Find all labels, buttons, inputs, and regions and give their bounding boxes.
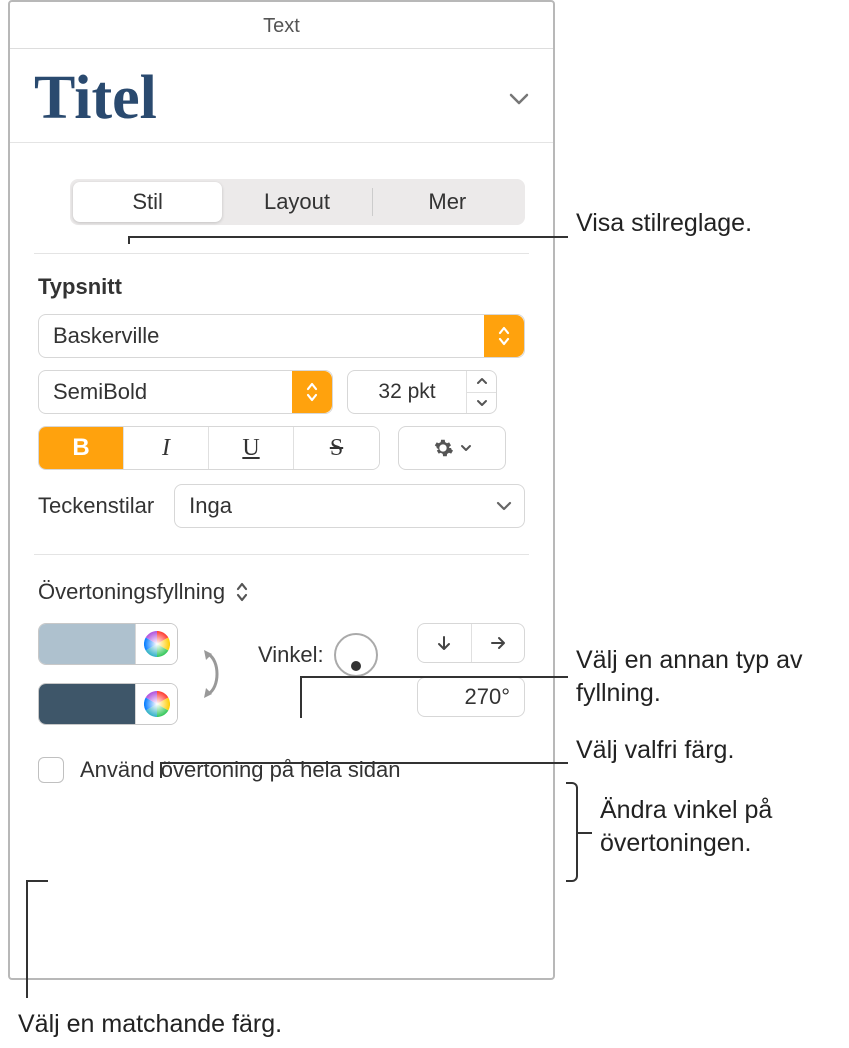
arrow-right-icon: [489, 634, 507, 652]
gradient-color-2-picker[interactable]: [135, 684, 177, 724]
bold-button[interactable]: B: [39, 427, 124, 469]
fill-type-label: Övertoningsfyllning: [38, 579, 225, 605]
font-family-select[interactable]: Baskerville: [38, 314, 525, 358]
chevron-down-icon: [460, 444, 472, 452]
angle-value-field[interactable]: 270°: [417, 677, 525, 717]
callout-any-color: Välj valfri färg.: [576, 734, 734, 767]
apply-gradient-page-label: Använd övertoning på hela sidan: [80, 757, 400, 783]
italic-button[interactable]: I: [124, 427, 209, 469]
chevron-down-icon: [496, 501, 512, 511]
callout-fill-type: Välj en annan typ av fyllning.: [576, 644, 836, 709]
callout-gradient-angle: Ändra vinkel på övertoningen.: [600, 794, 840, 859]
font-section-label: Typsnitt: [38, 274, 525, 300]
angle-value: 270°: [464, 684, 510, 710]
color-wheel-icon: [144, 691, 170, 717]
character-styles-value: Inga: [189, 493, 484, 519]
paragraph-style-name: Titel: [34, 63, 509, 134]
paragraph-style-popup[interactable]: Titel: [10, 49, 553, 143]
gear-icon: [432, 437, 454, 459]
font-weight-select[interactable]: SemiBold: [38, 370, 333, 414]
callout-style-controls: Visa stilreglage.: [576, 207, 752, 240]
gradient-color-2-swatch[interactable]: [39, 684, 135, 724]
font-size-stepper[interactable]: 32 pkt: [347, 370, 497, 414]
callout-matching-color: Välj en matchande färg.: [18, 1008, 282, 1041]
tab-style[interactable]: Stil: [73, 182, 222, 222]
font-weight-value: SemiBold: [53, 379, 292, 405]
updown-icon: [292, 371, 332, 413]
inspector-tabs: Stil Layout Mer: [70, 179, 525, 225]
strikethrough-button[interactable]: S: [294, 427, 379, 469]
arrow-down-icon: [435, 634, 453, 652]
angle-dial[interactable]: [334, 633, 378, 677]
size-step-down[interactable]: [467, 393, 496, 414]
swap-icon: [198, 646, 228, 702]
text-style-group: B I U S: [38, 426, 380, 470]
text-inspector-panel: Text Titel Stil Layout Mer Typsnitt Bask…: [8, 0, 555, 980]
underline-button[interactable]: U: [209, 427, 294, 469]
character-styles-select[interactable]: Inga: [174, 484, 525, 528]
color-wheel-icon: [144, 631, 170, 657]
gradient-color-1-swatch[interactable]: [39, 624, 135, 664]
panel-title: Text: [10, 2, 553, 49]
character-styles-label: Teckenstilar: [38, 493, 154, 519]
updown-icon: [235, 581, 249, 603]
fill-type-popup[interactable]: [235, 581, 249, 603]
font-size-value: 32 pkt: [348, 380, 466, 404]
tab-layout[interactable]: Layout: [222, 182, 371, 222]
tab-more[interactable]: Mer: [373, 182, 522, 222]
apply-gradient-page-checkbox[interactable]: [38, 757, 64, 783]
gradient-direction-down[interactable]: [418, 624, 472, 662]
swap-colors-button[interactable]: [198, 646, 228, 702]
angle-label: Vinkel:: [258, 642, 324, 668]
font-family-value: Baskerville: [53, 323, 484, 349]
angle-dial-handle: [351, 661, 361, 671]
chevron-down-icon: [509, 93, 529, 105]
updown-icon: [484, 315, 524, 357]
size-step-up[interactable]: [467, 371, 496, 393]
gradient-color-1-picker[interactable]: [135, 624, 177, 664]
advanced-options-button[interactable]: [398, 426, 506, 470]
gradient-direction-right[interactable]: [472, 624, 525, 662]
